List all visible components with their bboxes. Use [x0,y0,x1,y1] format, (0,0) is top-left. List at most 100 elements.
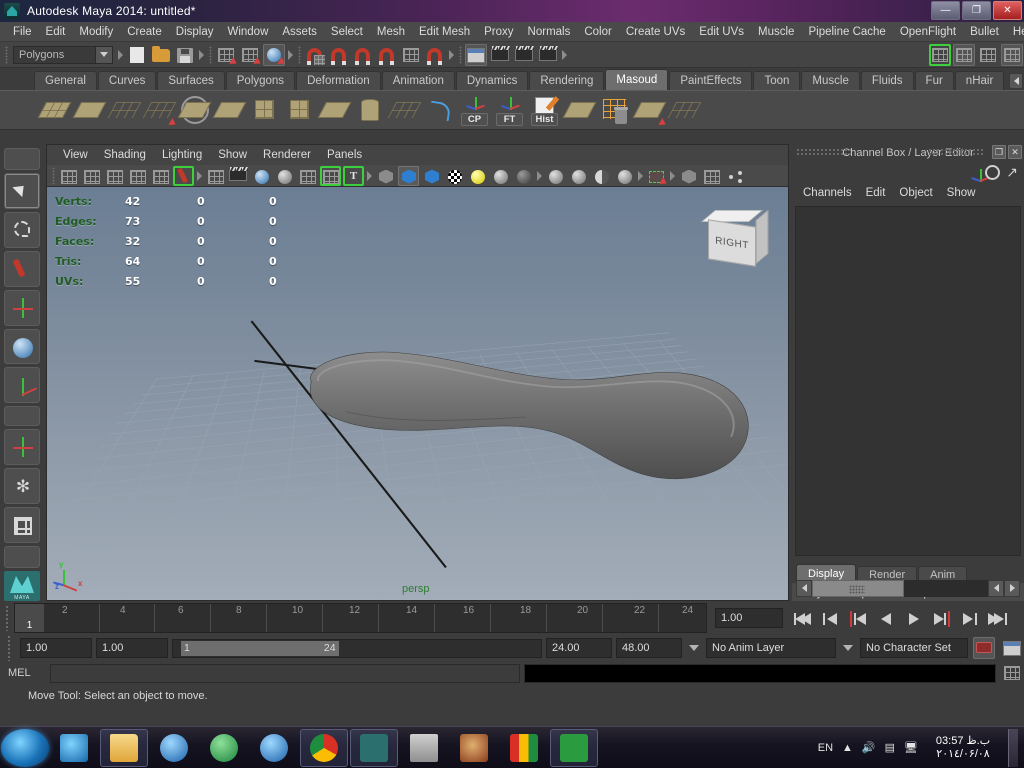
statusline-grip-3[interactable] [295,44,303,66]
statusline-grip-4[interactable] [456,44,464,66]
viewport-menu-view[interactable]: View [55,148,96,162]
auto-keyframe-icon[interactable] [973,637,995,659]
channel-box-menu-edit[interactable]: Edit [859,186,893,200]
xray-joints-icon[interactable] [678,166,699,186]
shaded-wireframe-icon[interactable] [444,166,465,186]
camera-attributes-icon[interactable] [81,166,102,186]
poly-cube-icon[interactable] [248,93,281,127]
playback-speed-field[interactable]: 1.00 [715,608,783,628]
open-scene-icon[interactable] [150,44,172,66]
character-set-chevron-down-icon[interactable] [840,639,856,658]
shelf-tab-curves[interactable]: Curves [97,71,157,90]
shelf-tab-polygons[interactable]: Polygons [225,71,296,90]
poly-insert-edge-loop-icon[interactable] [317,93,352,127]
wireframe-icon[interactable] [375,166,396,186]
display-icon[interactable]: 🖥 [904,741,918,754]
delete-lattice-icon[interactable] [598,93,631,127]
render-settings-icon[interactable] [537,44,559,66]
shelf-tab-rendering[interactable]: Rendering [529,71,605,90]
go-to-start-icon[interactable] [789,606,815,630]
animation-start-time-field[interactable]: 1.00 [20,638,92,658]
viewport-menu-renderer[interactable]: Renderer [255,148,319,162]
resolution-gate-icon[interactable] [251,166,272,186]
shelf-tab-fluids[interactable]: Fluids [860,71,914,90]
windows-media-player-icon[interactable] [150,729,198,767]
show-desktop-button[interactable] [1008,728,1018,767]
rotate-tool[interactable] [4,328,40,365]
poly-plane-icon[interactable] [37,93,72,127]
toggle-sidebar-icon[interactable] [929,44,951,66]
close-button[interactable]: ✕ [993,1,1022,20]
play-forwards-icon[interactable] [901,606,927,630]
start-orb[interactable] [1,728,49,767]
script-editor-icon[interactable] [1001,662,1023,684]
field-chart-icon[interactable] [297,166,318,186]
delete-history-icon[interactable]: Hist [528,93,561,127]
xray-icon[interactable] [205,166,226,186]
safe-title-icon[interactable]: T [343,166,364,186]
toolbar-separator-4[interactable] [447,44,456,66]
photo-viewer-icon[interactable] [450,729,498,767]
bookmark-icon[interactable] [104,166,125,186]
menu-edit-mesh[interactable]: Edit Mesh [412,24,477,40]
step-forward-key-icon[interactable] [929,606,955,630]
panel-grip-right[interactable] [928,148,984,156]
menu-help[interactable]: Help [1006,24,1024,40]
center-pivot-icon[interactable]: CP [458,93,491,127]
snap-to-view-plane-icon[interactable] [400,44,422,66]
attribute-editor-icon[interactable] [985,164,1001,180]
animation-preferences-icon[interactable] [1001,637,1023,659]
view-cube-side-face[interactable] [755,209,769,265]
utorrent-icon[interactable] [550,728,598,767]
select-by-hierarchy-icon[interactable] [215,44,239,67]
select-camera-icon[interactable] [58,166,79,186]
freeze-transform-icon[interactable]: FT [493,93,526,127]
multisample-icon[interactable] [591,166,612,186]
shelf-tab-surfaces[interactable]: Surfaces [157,71,225,90]
scroll-left-button[interactable] [796,579,812,597]
internet-explorer-icon[interactable] [50,729,98,767]
snap-to-grid-icon[interactable] [304,44,326,66]
lasso-select-tool[interactable] [4,211,40,248]
attribute-editor-icon[interactable] [953,43,975,66]
shelf-tab-nhair[interactable]: nHair [954,71,1005,90]
range-slider-grip[interactable] [2,633,16,663]
range-end-time-field[interactable]: 24.00 [546,638,612,658]
animation-end-time-field[interactable]: 48.00 [616,638,682,658]
shelf-tab-deformation[interactable]: Deformation [296,71,381,90]
render-current-frame-icon[interactable] [489,44,511,66]
menu-pipeline-cache[interactable]: Pipeline Cache [801,24,892,40]
shelf-tab-masoud[interactable]: Masoud [605,69,669,90]
menu-normals[interactable]: Normals [521,24,578,40]
shadows-icon[interactable] [513,166,534,186]
view-cube-front-face[interactable]: RIGHT [708,219,756,267]
exposure-icon[interactable] [724,166,745,186]
command-line-input[interactable] [50,663,520,683]
select-tool[interactable] [4,172,40,209]
ipr-render-icon[interactable] [513,44,535,66]
poly-smooth-icon[interactable] [177,93,212,127]
scroll-track[interactable] [812,579,988,597]
poly-target-weld-icon[interactable] [667,93,702,127]
scroll-prev-button[interactable] [988,579,1004,597]
network-error-icon[interactable]: ▤ [885,741,895,754]
step-back-key-icon[interactable] [845,606,871,630]
acrobat-icon[interactable] [400,729,448,767]
shelf-tab-toon[interactable]: Toon [753,71,801,90]
shelf-tab-general[interactable]: General [34,71,97,90]
menu-proxy[interactable]: Proxy [477,24,520,40]
shelf-tab-muscle[interactable]: Muscle [801,71,860,90]
xray-active-components-icon[interactable] [701,166,722,186]
channel-box-menu-channels[interactable]: Channels [796,186,859,200]
menu-create[interactable]: Create [120,24,169,40]
menu-bullet[interactable]: Bullet [963,24,1006,40]
two-d-pan-zoom-icon[interactable] [150,166,171,186]
tool-settings-icon[interactable] [977,44,999,66]
statusline-grip-2[interactable] [206,44,214,66]
volume-icon[interactable]: 🔊 [862,741,876,754]
view-cube[interactable]: RIGHT [700,209,770,271]
autodesk-maya-icon[interactable] [350,728,398,767]
minimize-button[interactable]: — [931,1,960,20]
menu-muscle[interactable]: Muscle [751,24,801,40]
channel-box-attribute-list[interactable] [795,206,1021,556]
